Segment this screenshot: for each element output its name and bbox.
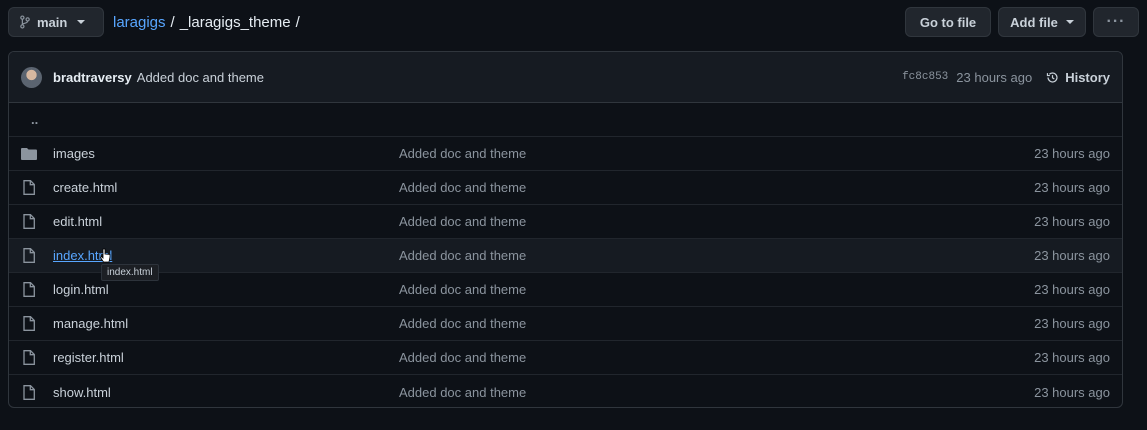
- file-commit-time: 23 hours ago: [1034, 316, 1110, 331]
- file-commit-time: 23 hours ago: [1034, 214, 1110, 229]
- list-item[interactable]: images Added doc and theme 23 hours ago: [9, 137, 1122, 171]
- file-commit-message[interactable]: Added doc and theme: [399, 180, 1034, 195]
- breadcrumb-separator: /: [295, 13, 300, 31]
- top-bar: main laragigs / _laragigs_theme / Go to …: [8, 7, 1139, 37]
- branch-name: main: [37, 14, 68, 30]
- file-name-tooltip: index.html: [101, 264, 159, 281]
- mouse-pointer-icon: [100, 248, 111, 263]
- commit-time: 23 hours ago: [956, 69, 1033, 85]
- commit-sha[interactable]: fc8c853: [902, 71, 948, 83]
- file-browser: bradtraversy Added doc and theme fc8c853…: [8, 51, 1123, 408]
- file-commit-time: 23 hours ago: [1034, 146, 1110, 161]
- commit-message[interactable]: Added doc and theme: [137, 70, 264, 85]
- latest-commit-bar: bradtraversy Added doc and theme fc8c853…: [9, 52, 1122, 103]
- file-icon: [21, 248, 37, 264]
- list-item[interactable]: show.html Added doc and theme 23 hours a…: [9, 375, 1122, 407]
- list-item[interactable]: index.html Added doc and theme 23 hours …: [9, 239, 1122, 273]
- file-name[interactable]: images: [53, 146, 399, 161]
- file-commit-message[interactable]: Added doc and theme: [399, 282, 1034, 297]
- history-link[interactable]: History: [1046, 70, 1110, 85]
- list-item[interactable]: edit.html Added doc and theme 23 hours a…: [9, 205, 1122, 239]
- file-name[interactable]: manage.html: [53, 316, 399, 331]
- file-name[interactable]: create.html: [53, 180, 399, 195]
- file-commit-time: 23 hours ago: [1034, 248, 1110, 263]
- breadcrumb-repo-link[interactable]: laragigs: [113, 14, 166, 31]
- breadcrumb-current-folder: _laragigs_theme: [179, 13, 291, 31]
- history-label: History: [1065, 69, 1110, 85]
- git-branch-icon: [20, 15, 30, 29]
- file-icon: [21, 180, 37, 196]
- history-icon: [1047, 71, 1058, 83]
- breadcrumb: laragigs / _laragigs_theme /: [113, 14, 300, 31]
- list-item[interactable]: login.html Added doc and theme 23 hours …: [9, 273, 1122, 307]
- file-commit-message[interactable]: Added doc and theme: [399, 350, 1034, 365]
- file-icon: [21, 282, 37, 298]
- chevron-down-icon: [1065, 20, 1074, 24]
- file-icon: [21, 214, 37, 230]
- folder-icon: [21, 146, 37, 162]
- file-name[interactable]: show.html: [53, 385, 399, 400]
- file-commit-time: 23 hours ago: [1034, 350, 1110, 365]
- file-icon: [21, 384, 37, 400]
- file-name[interactable]: login.html: [53, 282, 399, 297]
- list-item[interactable]: manage.html Added doc and theme 23 hours…: [9, 307, 1122, 341]
- go-to-file-button[interactable]: Go to file: [905, 7, 991, 37]
- list-item[interactable]: register.html Added doc and theme 23 hou…: [9, 341, 1122, 375]
- parent-directory-link[interactable]: ..: [9, 103, 1122, 137]
- file-icon: [21, 350, 37, 366]
- breadcrumb-separator: /: [170, 13, 175, 31]
- file-commit-message[interactable]: Added doc and theme: [399, 316, 1034, 331]
- add-file-label: Add file: [1010, 14, 1058, 30]
- chevron-down-icon: [77, 20, 86, 24]
- list-item[interactable]: create.html Added doc and theme 23 hours…: [9, 171, 1122, 205]
- add-file-button[interactable]: Add file: [998, 7, 1086, 37]
- file-commit-message[interactable]: Added doc and theme: [399, 385, 1034, 400]
- branch-selector-button[interactable]: main: [8, 7, 104, 37]
- avatar[interactable]: [21, 66, 42, 88]
- file-commit-time: 23 hours ago: [1034, 282, 1110, 297]
- file-commit-time: 23 hours ago: [1034, 180, 1110, 195]
- file-list: images Added doc and theme 23 hours ago …: [9, 137, 1122, 407]
- more-options-button[interactable]: ···: [1093, 7, 1139, 37]
- file-commit-time: 23 hours ago: [1034, 384, 1110, 400]
- file-icon: [21, 316, 37, 332]
- file-commit-message[interactable]: Added doc and theme: [399, 214, 1034, 229]
- file-commit-message[interactable]: Added doc and theme: [399, 146, 1034, 161]
- file-name[interactable]: register.html: [53, 350, 399, 365]
- commit-author[interactable]: bradtraversy: [53, 70, 132, 85]
- file-name[interactable]: edit.html: [53, 214, 399, 229]
- file-commit-message[interactable]: Added doc and theme: [399, 248, 1034, 263]
